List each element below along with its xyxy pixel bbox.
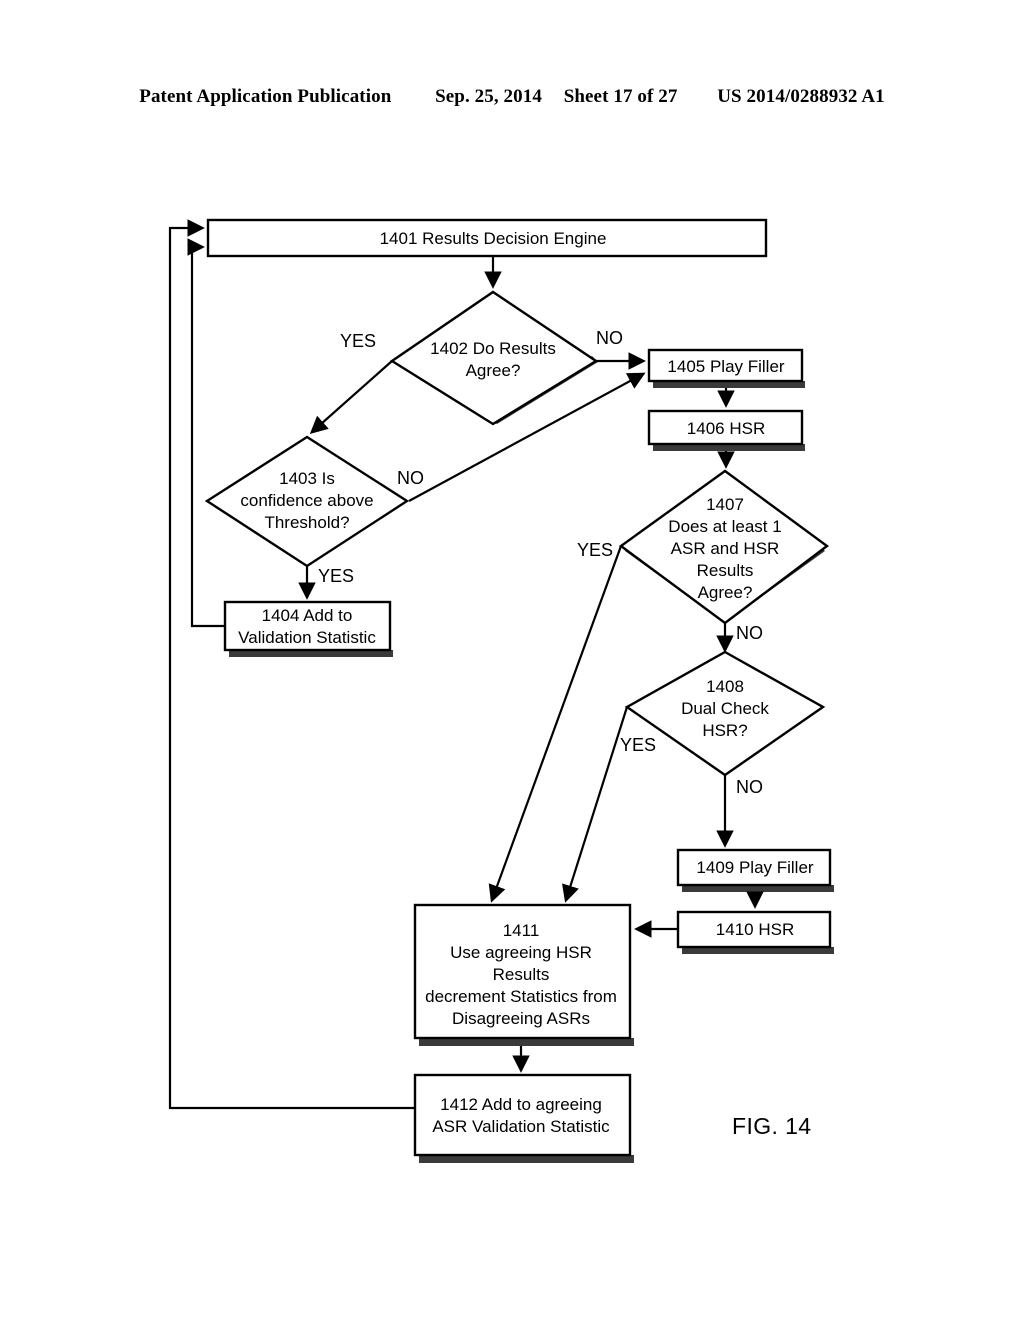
edge-label-yes-1402: YES [340, 331, 376, 351]
node-1411-label-line4: decrement Statistics from [425, 987, 617, 1006]
node-1403-label-line2: confidence above [240, 491, 373, 510]
figure-caption: FIG. 14 [732, 1113, 812, 1139]
edge-label-no-1402: NO [596, 328, 623, 348]
edge-label-yes-1407: YES [577, 540, 613, 560]
edge-1404-1401-feedback [187, 238, 225, 628]
edge-1408-1411-yes [562, 706, 629, 903]
node-1412-label-line1: 1412 Add to agreeing [440, 1095, 602, 1114]
patent-figure-page: Patent Application Publication Sep. 25, … [0, 0, 1024, 1320]
node-1407-label-line5: Agree? [698, 583, 753, 602]
node-1409-label: 1409 Play Filler [696, 858, 814, 877]
edge-label-yes-1403: YES [318, 566, 354, 586]
node-1407-label-line1: 1407 [706, 495, 744, 514]
node-1411-label-line1: 1411 [503, 921, 540, 940]
node-1411-label-line5: Disagreeing ASRs [452, 1009, 590, 1028]
node-1407-label-line3: ASR and HSR [671, 539, 780, 558]
node-1402-label-line2: Agree? [466, 361, 521, 380]
edge-label-yes-1408: YES [620, 735, 656, 755]
node-1402-diamond[interactable] [389, 290, 599, 426]
node-1404-label-line1: 1404 Add to [262, 606, 353, 625]
node-1407-label-line4: Results [697, 561, 754, 580]
edge-1407-1411-yes [488, 545, 623, 903]
node-1401-label: 1401 Results Decision Engine [380, 229, 607, 248]
node-1408-label-line2: Dual Check [681, 699, 769, 718]
flowchart-canvas: 1401 Results Decision Engine 1402 Do Res… [168, 218, 834, 1163]
node-1403-label-line3: Threshold? [264, 513, 349, 532]
node-1407-label-line2: Does at least 1 [668, 517, 781, 536]
node-1412-box[interactable] [413, 1073, 632, 1157]
node-1403-label-line1: 1403 Is [279, 469, 335, 488]
node-1402-label-line1: 1402 Do Results [430, 339, 556, 358]
node-1412-label-line2: ASR Validation Statistic [432, 1117, 610, 1136]
edge-label-no-1403: NO [397, 468, 424, 488]
edge-1402-1403-yes [309, 360, 393, 434]
edge-1412-1401-feedback [168, 219, 415, 1110]
node-1410-label: 1410 HSR [716, 920, 794, 939]
edge-label-no-1408: NO [736, 777, 763, 797]
node-1406-label: 1406 HSR [687, 419, 765, 438]
node-1404-label-line2: Validation Statistic [238, 628, 376, 647]
node-1411-label-line2: Use agreeing HSR [450, 943, 592, 962]
edge-label-no-1407: NO [736, 623, 763, 643]
node-1408-label-line1: 1408 [706, 677, 744, 696]
node-1405-label: 1405 Play Filler [667, 357, 785, 376]
node-1408-label-line3: HSR? [702, 721, 747, 740]
node-1411-label-line3: Results [493, 965, 550, 984]
